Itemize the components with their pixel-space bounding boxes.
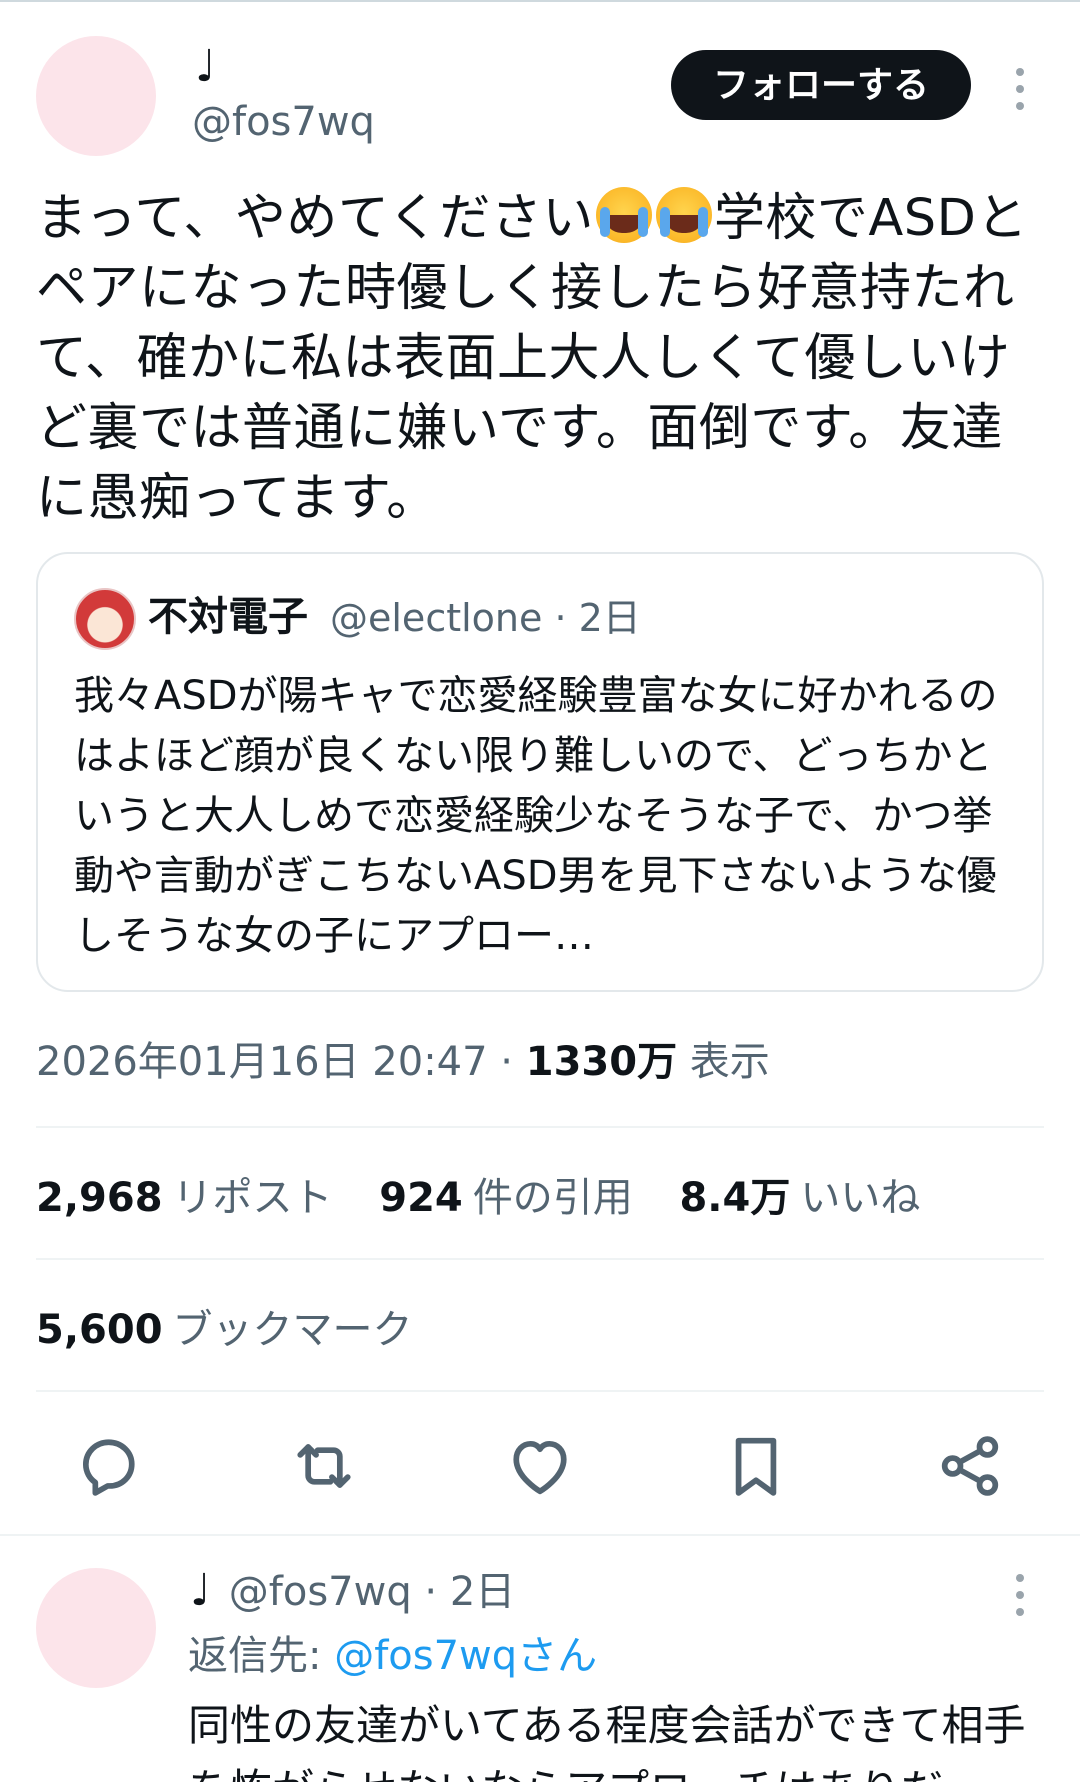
reposts-stat[interactable]: 2,968 リポスト [36,1172,333,1224]
reply-to-link[interactable]: @fos7wqさん [334,1633,597,1679]
bookmarks-stat[interactable]: 5,600 ブックマーク [36,1304,413,1356]
views-label: 表示 [677,1039,770,1085]
tweet-text-part1: まって、やめてください [36,189,594,248]
reply-header: ♩ @fos7wq · 2日 [190,1565,515,1618]
author-handle[interactable]: @fos7wq [192,98,375,146]
reply-text: 同性の友達がいてある程度会話ができて相手を怖がらせないならアプローチはありだ [188,1701,1026,1782]
divider [36,1126,1044,1128]
follow-button[interactable]: フォローする [671,50,971,120]
reply-author-name[interactable]: ♩ [190,1565,211,1616]
top-divider [0,0,1080,2]
bookmark-stats: 5,600 ブックマーク [36,1304,447,1356]
quoted-author-meta: @electlone · 2日 [330,596,641,640]
loudly-crying-face-icon [595,187,652,243]
timestamp-row: 2026年01月16日 20:47 · 1330万 表示 [36,1036,770,1088]
repost-icon[interactable] [286,1428,362,1504]
engagement-stats: 2,968 リポスト 924 件の引用 8.4万 いいね [36,1172,954,1224]
share-icon[interactable] [932,1428,1008,1504]
quoted-tweet-text: 我々ASDが陽キャで恋愛経験豊富な女に好かれるのはよほど顔が良くない限り難しいの… [74,673,998,959]
reply-to-line: 返信先: @fos7wqさん [188,1633,598,1679]
quoted-tweet-card[interactable]: 不対電子 @electlone · 2日 我々ASDが陽キャで恋愛経験豊富な女に… [36,552,1044,992]
tweet-text: まって、やめてください 学校でASDとペアになった時優しく接したら好意持たれて、確… [36,184,1046,534]
timestamp[interactable]: 2026年01月16日 20:47 · [36,1039,526,1085]
reply-meta: @fos7wq · 2日 [228,1569,516,1615]
loudly-crying-face-icon [655,187,712,243]
quotes-stat[interactable]: 924 件の引用 [379,1172,633,1224]
like-icon[interactable] [502,1428,578,1504]
quoted-author-name: 不対電子 [148,594,308,640]
more-options-icon[interactable] [1005,68,1035,119]
action-bar [0,1428,1080,1508]
divider [36,1258,1044,1260]
section-divider [0,1534,1080,1536]
likes-stat[interactable]: 8.4万 いいね [679,1172,920,1224]
author-avatar[interactable] [36,36,156,156]
reply-author-avatar[interactable] [36,1568,156,1688]
reply-more-options-icon[interactable] [1005,1574,1035,1625]
tweet-detail-screen: ♩ @fos7wq フォローする まって、やめてください 学校でASDとペアになっ… [0,0,1080,1782]
author-display-name[interactable]: ♩ [195,42,216,92]
reply-icon[interactable] [70,1428,146,1504]
divider [36,1390,1044,1392]
views-count: 1330万 [525,1039,678,1085]
bookmark-icon[interactable] [718,1428,794,1504]
quoted-author-avatar [74,588,136,650]
